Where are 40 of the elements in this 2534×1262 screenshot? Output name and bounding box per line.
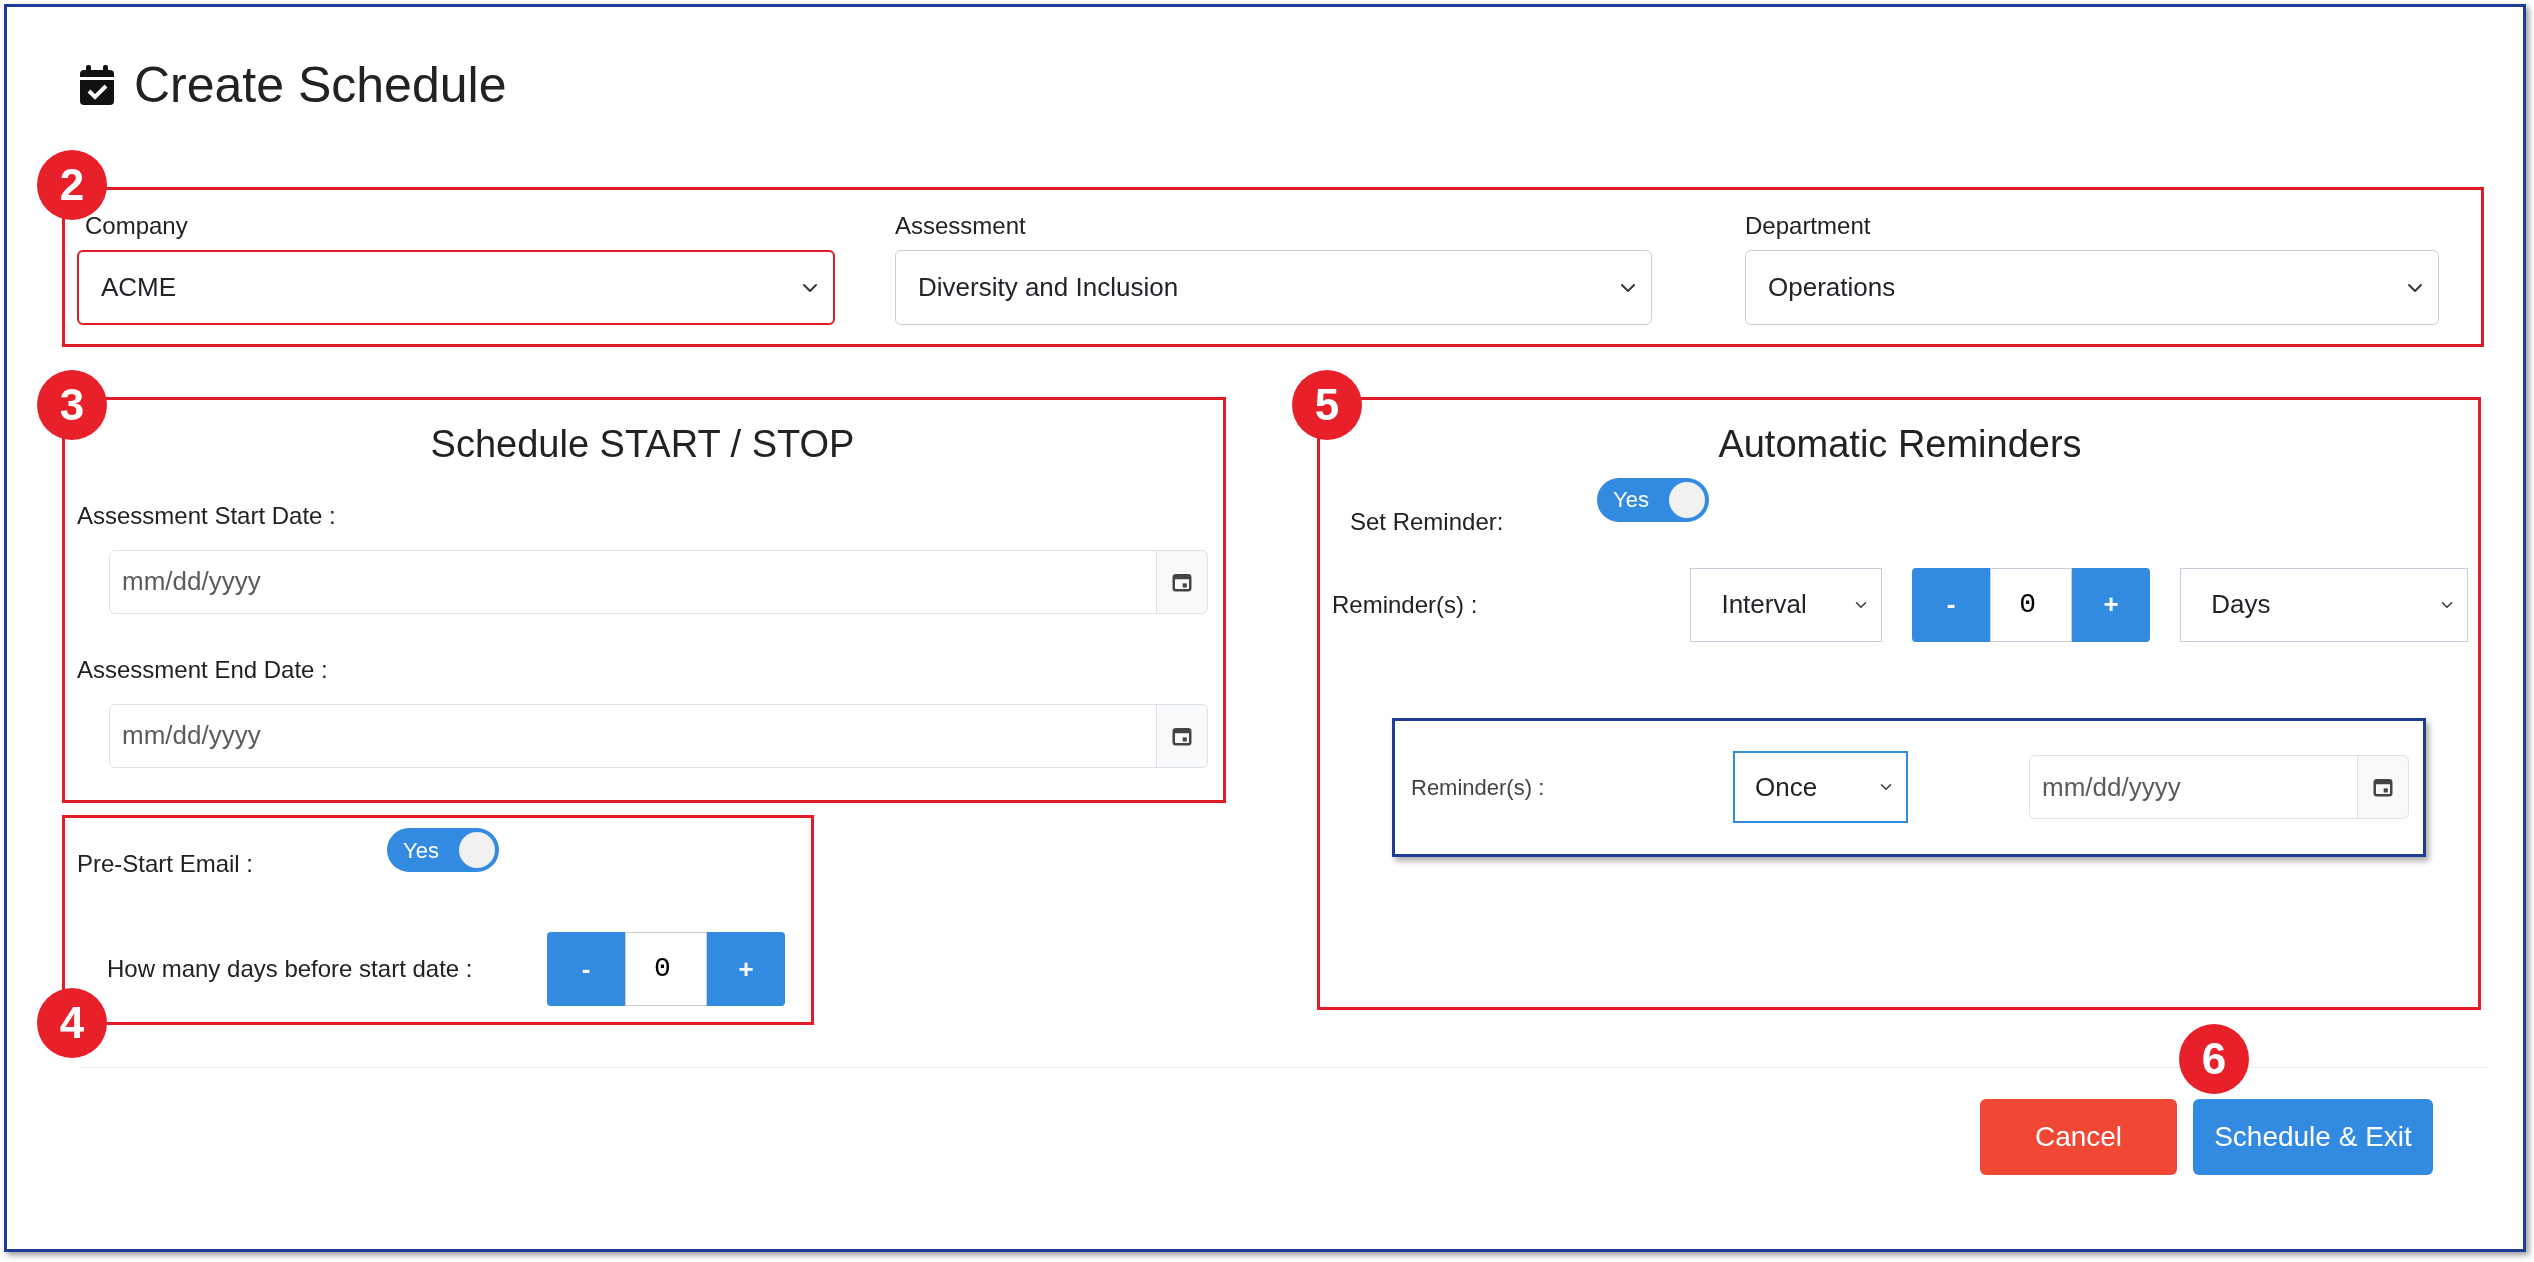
decrement-button[interactable]: - (1912, 567, 1991, 642)
calendar-check-icon (80, 65, 114, 105)
section-heading: Automatic Reminders (1717, 422, 2083, 467)
number-input[interactable]: 0 (625, 932, 707, 1006)
section-heading: Schedule START / STOP (429, 422, 856, 467)
field-label: Set Reminder: (1349, 506, 1505, 537)
field-label: Assessment Start Date : (77, 500, 337, 531)
increment-button[interactable]: + (707, 932, 785, 1006)
toggle-switch[interactable]: Yes (387, 828, 499, 872)
select-dropdown[interactable]: Operations (1745, 250, 2439, 325)
date-input[interactable]: mm/dd/yyyy (109, 549, 1157, 614)
select-dropdown[interactable]: Once (1733, 751, 1908, 824)
calendar-button[interactable] (1156, 549, 1208, 614)
callout-badge: 6 (2179, 1024, 2249, 1094)
field-label: Assessment End Date : (77, 654, 329, 685)
select-dropdown[interactable]: Days (2180, 567, 2468, 642)
field-label: How many days before start date : (106, 954, 474, 984)
field-label: Reminder(s) : (1411, 773, 1546, 802)
action-button[interactable]: Schedule & Exit (2193, 1099, 2433, 1175)
number-input[interactable]: 0 (1990, 567, 2073, 642)
increment-button[interactable]: + (2072, 567, 2151, 642)
field-label: Department (1745, 211, 1872, 238)
action-button[interactable]: Cancel (1980, 1099, 2177, 1175)
date-input[interactable]: mm/dd/yyyy (2029, 755, 2358, 820)
callout-badge: 5 (1292, 370, 1362, 440)
decrement-button[interactable]: - (547, 932, 625, 1006)
page-title: Create Schedule (134, 56, 507, 115)
callout-badge: 3 (37, 370, 107, 440)
field-label: Pre-Start Email : (77, 849, 255, 879)
calendar-icon (2372, 776, 2394, 799)
calendar-button[interactable] (1156, 703, 1208, 768)
select-dropdown[interactable]: Interval (1690, 567, 1883, 642)
select-dropdown[interactable]: ACME (77, 250, 835, 325)
callout-badge: 4 (37, 988, 107, 1058)
field-label: Assessment (895, 211, 1027, 238)
date-input[interactable]: mm/dd/yyyy (109, 703, 1157, 768)
field-label: Reminder(s) : (1332, 589, 1479, 620)
calendar-button[interactable] (2357, 755, 2409, 820)
toggle-switch[interactable]: Yes (1597, 477, 1709, 522)
select-dropdown[interactable]: Diversity and Inclusion (895, 250, 1652, 325)
